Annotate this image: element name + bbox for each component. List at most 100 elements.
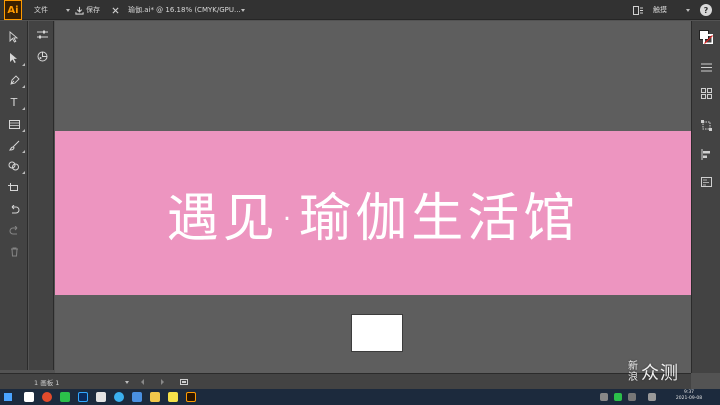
app-icon-7[interactable]	[132, 392, 142, 402]
color-guide-toggle[interactable]	[34, 48, 50, 64]
artboard-navigation[interactable]: 1 画板 1	[34, 374, 59, 390]
illustrator-icon[interactable]	[186, 392, 196, 402]
redo-icon	[9, 226, 17, 235]
folder-icon[interactable]	[150, 392, 160, 402]
workspace-dropdown[interactable]	[683, 0, 690, 20]
document-tab[interactable]: 瑜伽.ai* @ 16.18% (CMYK/GPU...	[128, 0, 241, 20]
rectangle-icon	[8, 119, 20, 129]
wechat-icon[interactable]	[60, 392, 70, 402]
transform-icon	[700, 119, 712, 131]
transform-panel-button[interactable]	[699, 118, 713, 132]
photoshop-icon[interactable]	[78, 392, 88, 402]
canvas-area[interactable]: 遇见·瑜伽生活馆	[55, 21, 691, 373]
redo-button[interactable]	[6, 223, 22, 239]
start-icon[interactable]	[4, 393, 12, 401]
tray-icon-1[interactable]	[600, 393, 608, 401]
help-icon: ?	[703, 5, 709, 15]
previous-artboard-button[interactable]	[140, 374, 145, 390]
undo-icon	[11, 205, 19, 214]
file-menu-label: 文件	[34, 6, 48, 14]
chevron-down-icon	[686, 8, 690, 12]
layers-panel-button[interactable]	[699, 60, 713, 74]
watermark-bottom-char: 浪	[628, 372, 639, 383]
layers-icon	[700, 63, 712, 71]
right-panel-strip	[691, 21, 720, 373]
shape-builder-icon	[8, 161, 19, 170]
watermark-main-text: 众测	[641, 363, 679, 384]
close-icon	[112, 6, 119, 14]
direct-selection-tool[interactable]	[6, 50, 25, 66]
tools-panel: T	[0, 21, 28, 370]
selection-tool[interactable]	[6, 29, 22, 45]
properties-toggle[interactable]	[34, 27, 50, 43]
align-panel-button[interactable]	[699, 147, 713, 161]
banner-title: 遇见·瑜伽生活馆	[166, 188, 580, 249]
chevron-left-icon	[141, 379, 144, 385]
type-tool[interactable]: T	[6, 94, 25, 110]
watermark-stack: 新 浪	[628, 361, 639, 383]
properties-panel-button[interactable]	[699, 175, 713, 189]
brush-icon	[8, 140, 19, 151]
browser-icon[interactable]	[24, 392, 34, 402]
tray-icon-3[interactable]	[628, 393, 636, 401]
fill-stroke-swatch[interactable]	[699, 30, 713, 44]
swatches-panel-button[interactable]	[699, 86, 713, 100]
workspace-label: 触摸	[653, 6, 667, 14]
save-label: 保存	[86, 6, 100, 14]
illustrator-window: Ai 文件 保存 瑜伽.ai* @ 16.18% (CMYK/GPU... 触摸…	[0, 0, 720, 405]
chevron-down-icon	[125, 380, 129, 384]
view-mode-button[interactable]	[180, 374, 188, 390]
sina-watermark: 新 浪 众测	[628, 352, 718, 392]
file-menu-dropdown[interactable]	[63, 0, 70, 20]
save-icon	[75, 6, 84, 15]
windows-taskbar: 9:37 2021-09-08	[0, 389, 720, 405]
close-doc-button[interactable]	[112, 0, 119, 20]
file-menu[interactable]: 文件	[34, 0, 48, 20]
brush-tool[interactable]	[6, 137, 25, 153]
shape-builder-tool[interactable]	[6, 158, 25, 174]
save-button[interactable]: 保存	[75, 0, 100, 20]
pen-tool[interactable]	[6, 72, 25, 88]
artboard-tool[interactable]	[6, 180, 22, 196]
status-bar: 1 画板 1	[0, 373, 691, 389]
delete-button[interactable]	[6, 244, 22, 260]
artboard[interactable]	[351, 314, 403, 352]
ai-logo: Ai	[4, 0, 22, 20]
undo-button[interactable]	[6, 202, 22, 218]
workspace-switcher[interactable]: 触摸	[653, 0, 667, 20]
tray-wechat-icon[interactable]	[614, 393, 622, 401]
artboard-select-value: 1 画板 1	[34, 379, 60, 387]
align-icon	[701, 148, 710, 160]
document-tab-dropdown[interactable]	[238, 0, 245, 20]
secondary-tools-panel	[29, 21, 54, 370]
fill-stroke-icon	[699, 30, 713, 44]
pink-banner-artwork[interactable]: 遇见·瑜伽生活馆	[55, 131, 691, 295]
help-button[interactable]: ?	[700, 4, 712, 16]
arrange-documents-button[interactable]	[633, 0, 643, 20]
app-icon-5[interactable]	[96, 392, 106, 402]
artboard-icon	[8, 183, 18, 191]
monitor-icon	[180, 378, 188, 385]
artboard-dropdown[interactable]	[122, 374, 129, 390]
app-icon-9[interactable]	[168, 392, 178, 402]
document-tab-title: 瑜伽.ai* @ 16.18% (CMYK/GPU...	[128, 6, 241, 14]
chevron-down-icon	[241, 8, 245, 12]
app-icon-6[interactable]	[114, 392, 124, 402]
sliders-icon	[36, 30, 48, 39]
pen-icon	[9, 74, 20, 85]
top-menu-bar: Ai 文件 保存 瑜伽.ai* @ 16.18% (CMYK/GPU... 触摸…	[0, 0, 720, 20]
properties-icon	[700, 177, 712, 187]
swatches-icon	[700, 87, 712, 99]
color-wheel-icon	[37, 51, 47, 61]
rectangle-tool[interactable]	[6, 116, 25, 132]
chrome-icon[interactable]	[42, 392, 52, 402]
volume-icon[interactable]	[648, 393, 656, 401]
type-icon: T	[10, 95, 18, 109]
delete-icon	[10, 247, 18, 257]
arrange-documents-icon	[633, 5, 643, 15]
chevron-down-icon	[66, 8, 70, 12]
next-artboard-button[interactable]	[160, 374, 165, 390]
watermark-top-char: 新	[628, 361, 639, 372]
selection-icon	[9, 31, 19, 43]
clock-date: 2021-09-08	[675, 396, 703, 401]
